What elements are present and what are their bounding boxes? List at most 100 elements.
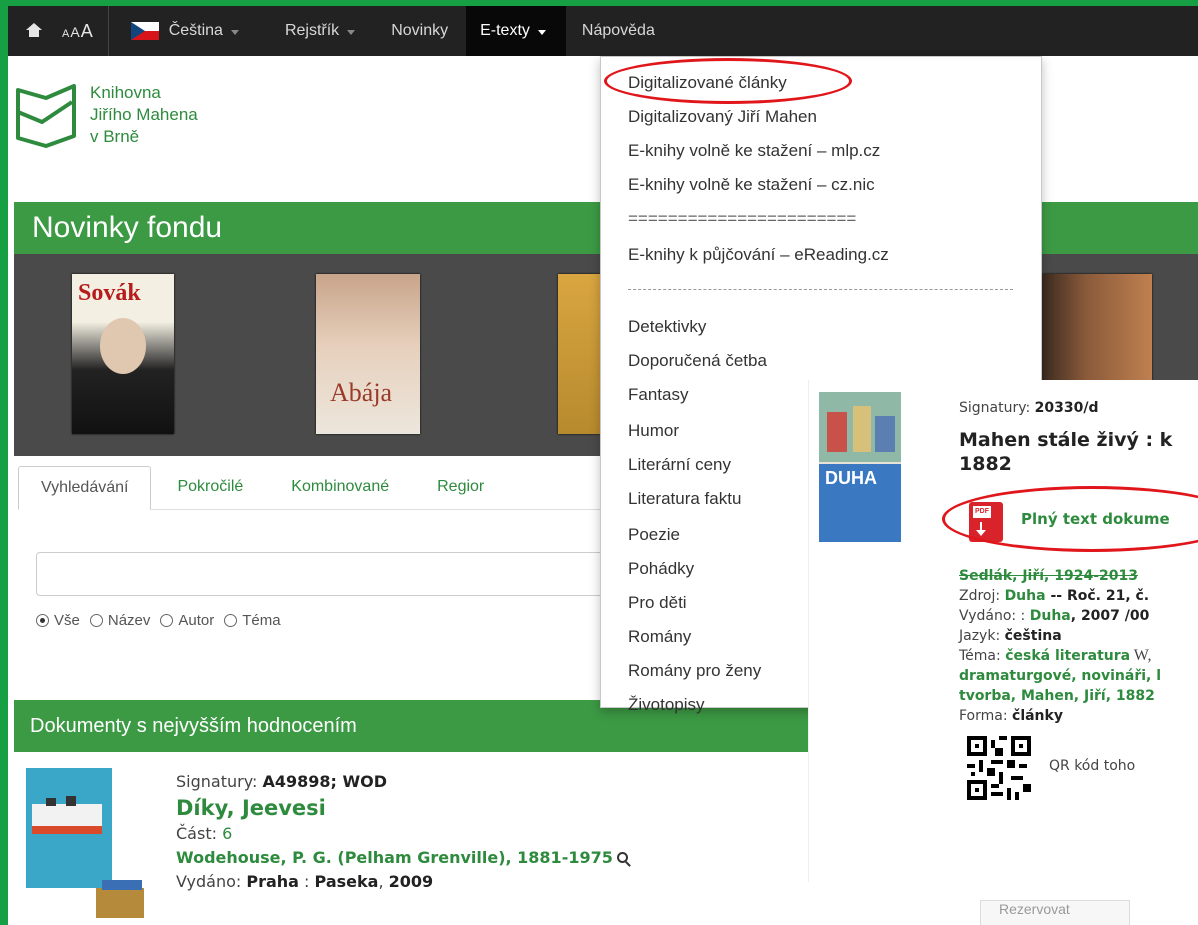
cast-value[interactable]: 6 [222, 824, 232, 843]
cast-row: Část: 6 [176, 822, 628, 846]
frame-border-top [0, 0, 1198, 6]
nav-rejstrik[interactable]: Rejstřík [267, 6, 377, 56]
book-cover-abaja[interactable]: Abája [316, 274, 420, 434]
author-link[interactable]: Sedlák, Jiří, 1924-2013 [959, 568, 1138, 584]
article-detail-card: DUHA Signatury: 20330/d Mahen stále živý… [808, 380, 1198, 882]
menu-item-pohadky[interactable]: Pohádky [628, 559, 694, 579]
logo-line-1: Knihovna [90, 83, 161, 102]
cover-title: Sovák [78, 280, 141, 306]
radio-label: Název [107, 612, 151, 629]
menu-item-eknihy-cznic[interactable]: E-knihy volně ke stažení – cz.nic [628, 175, 875, 195]
vydano-year: 2009 [388, 872, 434, 891]
menu-item-digitalizovany-jiri-mahen[interactable]: Digitalizovaný Jiří Mahen [628, 107, 817, 127]
language-label: Čeština [168, 22, 223, 39]
language-menu[interactable]: Čeština [109, 6, 267, 56]
book-logo-icon [16, 84, 76, 148]
article-title-line-1: Mahen stále živý : k [959, 429, 1173, 451]
nav-novinky-label: Novinky [391, 22, 449, 39]
search-input[interactable] [36, 552, 616, 596]
zdroj-link[interactable]: Duha [1005, 588, 1046, 604]
library-logo[interactable]: Knihovna Jiřího Mahena v Brně [14, 82, 198, 154]
document-title[interactable]: Díky, Jeevesi [176, 794, 628, 822]
menu-item-romany-pro-zeny[interactable]: Romány pro ženy [628, 661, 761, 681]
menu-item-eknihy-mlp[interactable]: E-knihy volně ke stažení – mlp.cz [628, 141, 880, 161]
zdroj-label: Zdroj: [959, 588, 1001, 604]
vydano-place: Praha [246, 872, 299, 891]
forma-row: Forma: články [959, 706, 1161, 726]
menu-item-fantasy[interactable]: Fantasy [628, 385, 688, 405]
book-cover-diky-jeevesi[interactable] [26, 768, 144, 920]
vydano-label: Vydáno: : [959, 608, 1026, 624]
tab-kombinovane[interactable]: Kombinované [269, 465, 411, 509]
tema-link[interactable]: česká literatura [1005, 648, 1130, 664]
cover-title: Abája [330, 378, 393, 407]
menu-item-eknihy-ereading[interactable]: E-knihy k půjčování – eReading.cz [628, 245, 889, 265]
reserve-button[interactable]: Rezervovat [980, 900, 1130, 925]
search-icon[interactable] [616, 852, 628, 863]
tab-regionalni[interactable]: Regior [415, 465, 506, 509]
font-size-label: AAA [62, 20, 94, 41]
menu-item-literarni-ceny[interactable]: Literární ceny [628, 455, 731, 475]
menu-item-doporucena-cetba[interactable]: Doporučená četba [628, 351, 767, 371]
book-cover-partial[interactable] [558, 274, 600, 434]
tema-label: Téma: [959, 648, 1001, 664]
vydano-rest: , 2007 /00 [1070, 608, 1150, 624]
home-button[interactable] [8, 6, 46, 56]
forma-value: články [1012, 708, 1063, 724]
tema-row: Téma: česká literatura W, [959, 646, 1161, 666]
radio-tema[interactable]: Téma [224, 612, 281, 629]
font-size-switcher[interactable]: AAA [46, 6, 108, 56]
tema-link-2[interactable]: dramaturgové, novináři, l [959, 666, 1161, 686]
jazyk-row: Jazyk: čeština [959, 626, 1161, 646]
zdroj-row: Zdroj: Duha -- Roč. 21, č. [959, 586, 1161, 606]
radio-nazev[interactable]: Název [89, 612, 151, 629]
menu-separator-equals: ======================= [628, 209, 857, 228]
signatury-row: Signatury: A49898; WOD [176, 770, 628, 794]
chevron-down-icon [347, 29, 356, 35]
cover-illustration [819, 392, 901, 542]
highlight-circle-annotation [604, 58, 852, 104]
menu-divider [628, 289, 1013, 290]
reserve-label: Rezervovat [999, 901, 1070, 917]
qr-code-icon [967, 736, 1031, 800]
radio-autor[interactable]: Autor [160, 612, 214, 629]
radio-vse[interactable]: Vše [36, 612, 80, 629]
search-tabs: Vyhledávání Pokročilé Kombinované Regior [18, 460, 618, 510]
nav-novinky[interactable]: Novinky [377, 6, 466, 56]
logo-text: Knihovna Jiřího Mahena v Brně [90, 82, 198, 148]
menu-item-zivotopisy[interactable]: Životopisy [628, 695, 705, 715]
document-item: Signatury: A49898; WOD Díky, Jeevesi Čás… [176, 770, 628, 894]
article-title-line-2: 1882 [959, 453, 1012, 475]
zdroj-rest: -- Roč. 21, č. [1045, 588, 1150, 604]
menu-item-detektivky[interactable]: Detektivky [628, 317, 706, 337]
home-icon [26, 23, 42, 39]
card-signatury-row: Signatury: 20330/d [959, 398, 1099, 418]
radio-empty-icon [224, 614, 238, 627]
nav-e-texty[interactable]: E-texty [466, 6, 566, 56]
radio-empty-icon [89, 614, 103, 627]
author-link[interactable]: Wodehouse, P. G. (Pelham Grenville), 188… [176, 848, 613, 867]
top-navbar: AAA Čeština Rejstřík Novinky E-texty Náp… [8, 6, 1198, 56]
menu-item-pro-deti[interactable]: Pro děti [628, 593, 687, 613]
forma-label: Forma: [959, 708, 1008, 724]
vydano-link[interactable]: Duha [1030, 608, 1071, 624]
vydano-separator: : [298, 872, 315, 891]
frame-border-left [0, 0, 8, 925]
radio-label: Téma [242, 612, 281, 629]
tab-vyhledavani[interactable]: Vyhledávání [18, 466, 152, 510]
tab-pokrocile[interactable]: Pokročilé [155, 465, 265, 509]
menu-item-romany[interactable]: Romány [628, 627, 691, 647]
radio-label: Autor [178, 612, 215, 629]
menu-item-humor[interactable]: Humor [628, 421, 679, 441]
chevron-down-icon [537, 29, 546, 35]
section-title: Novinky fondu [32, 211, 223, 244]
tema-link-3[interactable]: tvorba, Mahen, Jiří, 1882 [959, 686, 1161, 706]
article-title[interactable]: Mahen stále živý : k 1882 [959, 428, 1172, 476]
nav-napoveda[interactable]: Nápověda [566, 6, 669, 56]
book-cover-sovak[interactable]: Sovák [72, 274, 174, 434]
menu-item-poezie[interactable]: Poezie [628, 525, 680, 545]
cover-illustration [26, 768, 144, 918]
vydano-row: Vydáno: : Duha, 2007 /00 [959, 606, 1161, 626]
duha-cover[interactable]: DUHA [819, 392, 901, 542]
menu-item-literatura-faktu[interactable]: Literatura faktu [628, 489, 741, 509]
